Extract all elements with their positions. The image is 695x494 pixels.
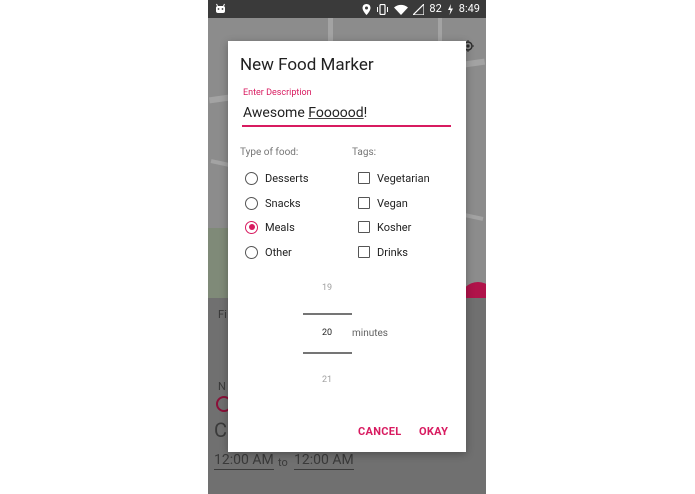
checkbox[interactable] (358, 221, 370, 233)
description-input[interactable]: Awesome Foooood! (243, 105, 367, 121)
location-icon (362, 3, 371, 15)
vibrate-icon (377, 3, 389, 15)
checkbox[interactable] (358, 172, 370, 184)
checkbox-vegetarian[interactable]: Vegetarian (358, 169, 430, 187)
cancel-button[interactable]: CANCEL (358, 425, 402, 438)
radio-snacks[interactable]: Snacks (245, 194, 301, 212)
radio-desserts[interactable]: Desserts (245, 169, 309, 187)
description-suffix: ! (363, 105, 368, 121)
checkbox-label: Drinks (377, 245, 408, 259)
android-icon (216, 3, 225, 13)
radio-label: Other (265, 245, 292, 259)
radio-other[interactable]: Other (245, 243, 292, 261)
clock: 8:49 (458, 2, 480, 15)
checkbox-label: Vegetarian (377, 171, 430, 185)
time-to[interactable]: 12:00 AM (294, 452, 354, 470)
radio-meals[interactable]: Meals (245, 218, 295, 236)
picker-unit-label: minutes (352, 328, 388, 339)
description-underline (242, 125, 451, 127)
battery-icon (447, 3, 453, 15)
background-label-2: N (218, 380, 226, 393)
time-separator: to (278, 456, 288, 469)
radio-button[interactable] (245, 196, 258, 210)
new-food-marker-dialog: New Food Marker Enter Description Awesom… (228, 41, 466, 452)
background-letter: C (214, 418, 228, 442)
picker-prev-value[interactable]: 19 (302, 283, 352, 293)
okay-button[interactable]: OKAY (419, 425, 448, 438)
radio-label: Desserts (265, 171, 309, 185)
radio-button[interactable] (245, 245, 258, 259)
status-bar: 82 8:49 (208, 0, 486, 18)
signal-icon (413, 3, 425, 15)
description-prefix: Awesome (243, 105, 309, 121)
time-from[interactable]: 12:00 AM (214, 452, 274, 470)
checkbox-kosher[interactable]: Kosher (358, 218, 411, 236)
radio-button-checked[interactable] (245, 220, 258, 234)
checkbox[interactable] (358, 246, 370, 258)
battery-percent: 82 (429, 2, 442, 15)
background-label: Fi (218, 308, 227, 321)
picker-divider-top (303, 313, 352, 315)
wifi-icon (394, 4, 409, 15)
radio-label: Meals (265, 220, 295, 234)
checkbox[interactable] (358, 197, 370, 209)
description-misspelled-word: Foooood (308, 105, 364, 121)
tags-label: Tags: (352, 147, 377, 158)
dialog-title: New Food Marker (240, 55, 374, 75)
checkbox-vegan[interactable]: Vegan (358, 194, 408, 212)
checkbox-drinks[interactable]: Drinks (358, 243, 408, 261)
checkbox-label: Kosher (377, 220, 412, 234)
radio-label: Snacks (265, 196, 301, 210)
picker-next-value[interactable]: 21 (302, 375, 352, 385)
picker-divider-bottom (303, 352, 352, 354)
radio-button[interactable] (245, 171, 258, 185)
description-label: Enter Description (243, 88, 312, 98)
picker-current-value[interactable]: 20 (302, 328, 352, 338)
type-of-food-label: Type of food: (240, 147, 299, 158)
checkbox-label: Vegan (377, 196, 408, 210)
